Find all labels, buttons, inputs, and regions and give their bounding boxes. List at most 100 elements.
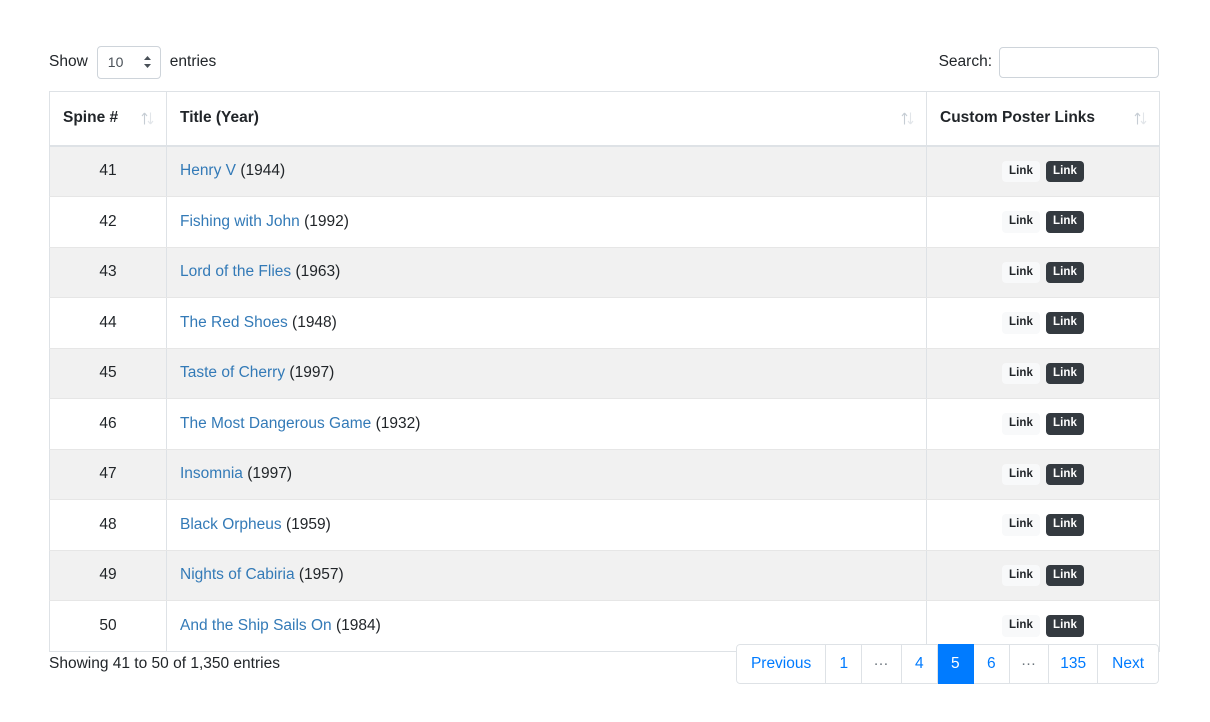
cell-spine-number: 44 (49, 297, 167, 349)
movie-year: (1948) (292, 313, 337, 331)
cell-poster-links: Link Link (926, 398, 1160, 450)
cell-poster-links: Link Link (926, 247, 1160, 298)
pagination-ellipsis: … (862, 644, 902, 684)
pagination-page-4[interactable]: 4 (901, 644, 938, 684)
cell-spine-number: 49 (49, 550, 167, 601)
poster-link-badge-dark[interactable]: Link (1046, 514, 1085, 536)
cell-title: Nights of Cabiria (1957) (166, 550, 927, 601)
poster-link-badge-dark[interactable]: Link (1046, 362, 1085, 384)
movie-title-link[interactable]: The Most Dangerous Game (180, 415, 371, 432)
movie-year: (1957) (298, 566, 344, 584)
poster-link-badge-dark[interactable]: Link (1046, 261, 1085, 283)
table-head: Spine # Title (Year) Custom Poster Links (49, 91, 1160, 147)
datatable-page: Show 10 25 50 100 entries Search: (0, 0, 1210, 722)
pagination-previous-button[interactable]: Previous (735, 644, 827, 684)
pagination-page-6[interactable]: 6 (973, 644, 1010, 684)
pagination-ellipsis: … (1009, 644, 1050, 684)
poster-link-badge-dark[interactable]: Link (1046, 564, 1085, 586)
movie-title-link[interactable]: Nights of Cabiria (180, 566, 295, 583)
sort-icon (1134, 111, 1147, 126)
poster-link-badge-light[interactable]: Link (1001, 362, 1040, 384)
cell-poster-links: Link Link (926, 297, 1160, 349)
cell-poster-links: Link Link (926, 145, 1160, 197)
movies-table: Spine # Title (Year) Custom Poster Links… (49, 91, 1160, 652)
movie-title-link[interactable]: Insomnia (180, 465, 243, 482)
show-label: Show (49, 53, 88, 70)
cell-title: Taste of Cherry (1997) (166, 348, 927, 399)
movie-year: (1959) (285, 515, 331, 533)
column-header-title[interactable]: Title (Year) (166, 91, 927, 147)
cell-poster-links: Link Link (926, 550, 1160, 601)
poster-link-badge-dark[interactable]: Link (1046, 312, 1085, 334)
cell-poster-links: Link Link (926, 499, 1160, 551)
cell-title: Fishing with John (1992) (166, 196, 927, 248)
movie-title-link[interactable]: Henry V (180, 162, 236, 179)
cell-spine-number: 46 (49, 398, 167, 450)
entries-per-page-select[interactable]: 10 25 50 100 (96, 45, 161, 79)
movie-year: (1944) (240, 162, 286, 180)
entries-label: entries (169, 53, 217, 70)
poster-link-badge-dark[interactable]: Link (1046, 160, 1085, 182)
cell-title: The Red Shoes (1948) (166, 297, 927, 349)
movie-year: (1992) (304, 212, 349, 230)
entries-select-wrapper: 10 25 50 100 (96, 45, 161, 79)
movie-year: (1932) (375, 414, 421, 432)
sort-icon (141, 111, 154, 126)
table-row: 48 Black Orpheus (1959) Link Link (49, 499, 1160, 551)
cell-spine-number: 41 (49, 145, 167, 197)
movie-title-link[interactable]: Taste of Cherry (180, 364, 285, 381)
movie-title-link[interactable]: Black Orpheus (180, 516, 282, 533)
movie-year: (1997) (289, 364, 335, 382)
cell-spine-number: 45 (49, 348, 167, 399)
pagination-next-button[interactable]: Next (1098, 644, 1159, 684)
movie-title-link[interactable]: Fishing with John (180, 213, 300, 230)
pagination: Previous 1… 4 5 6… 135 Next (735, 644, 1159, 684)
table-body: 41 Henry V (1944) Link Link 42 Fishing with J… (49, 145, 1160, 652)
table-footer: Showing 41 to 50 of 1,350 entries Previo… (49, 644, 1159, 688)
table-row: 41 Henry V (1944) Link Link (49, 145, 1160, 197)
table-row: 45 Taste of Cherry (1997) Link Link (49, 348, 1160, 399)
cell-poster-links: Link Link (926, 449, 1160, 500)
table-controls: Show 10 25 50 100 entries Search: (49, 44, 1159, 82)
column-header-spine-label: Spine # (63, 109, 119, 127)
poster-link-badge-light[interactable]: Link (1001, 160, 1040, 182)
search-input[interactable] (999, 46, 1159, 78)
pagination-page-135[interactable]: 135 (1049, 644, 1099, 684)
cell-title: Black Orpheus (1959) (166, 499, 927, 551)
poster-link-badge-light[interactable]: Link (1001, 514, 1040, 536)
table-row: 42 Fishing with John (1992) Link Link (49, 196, 1160, 248)
poster-link-badge-light[interactable]: Link (1001, 211, 1040, 233)
poster-link-badge-light[interactable]: Link (1001, 564, 1040, 586)
pagination-page-1[interactable]: 1 (826, 644, 863, 684)
poster-link-badge-light[interactable]: Link (1001, 312, 1040, 334)
poster-link-badge-light[interactable]: Link (1001, 615, 1040, 637)
column-header-poster-links-label: Custom Poster Links (940, 109, 1096, 127)
entries-length-control: Show 10 25 50 100 entries (49, 44, 216, 80)
poster-link-badge-light[interactable]: Link (1001, 261, 1040, 283)
movie-title-link[interactable]: And the Ship Sails On (180, 617, 332, 634)
search-control: Search: (939, 44, 1159, 80)
pagination-page-5[interactable]: 5 (937, 644, 974, 684)
table-row: 43 Lord of the Flies (1963) Link Link (49, 247, 1160, 298)
column-header-spine[interactable]: Spine # (49, 91, 167, 147)
poster-link-badge-dark[interactable]: Link (1046, 463, 1085, 485)
table-row: 49 Nights of Cabiria (1957) Link Link (49, 550, 1160, 601)
table-row: 44 The Red Shoes (1948) Link Link (49, 297, 1160, 349)
poster-link-badge-light[interactable]: Link (1001, 413, 1040, 435)
poster-link-badge-dark[interactable]: Link (1046, 413, 1085, 435)
cell-title: Insomnia (1997) (166, 449, 927, 500)
movie-title-link[interactable]: Lord of the Flies (180, 263, 291, 280)
cell-title: Lord of the Flies (1963) (166, 247, 927, 298)
movie-title-link[interactable]: The Red Shoes (180, 314, 288, 331)
movie-year: (1963) (295, 263, 341, 281)
poster-link-badge-dark[interactable]: Link (1046, 615, 1085, 637)
cell-spine-number: 42 (49, 196, 167, 248)
table-row: 46 The Most Dangerous Game (1932) Link Link (49, 398, 1160, 450)
column-header-poster-links[interactable]: Custom Poster Links (926, 91, 1160, 147)
table-header-row: Spine # Title (Year) Custom Poster Links (49, 91, 1160, 147)
cell-spine-number: 48 (49, 499, 167, 551)
poster-link-badge-dark[interactable]: Link (1046, 211, 1085, 233)
poster-link-badge-light[interactable]: Link (1001, 463, 1040, 485)
table-row: 47 Insomnia (1997) Link Link (49, 449, 1160, 500)
movie-year: (1984) (335, 616, 381, 634)
